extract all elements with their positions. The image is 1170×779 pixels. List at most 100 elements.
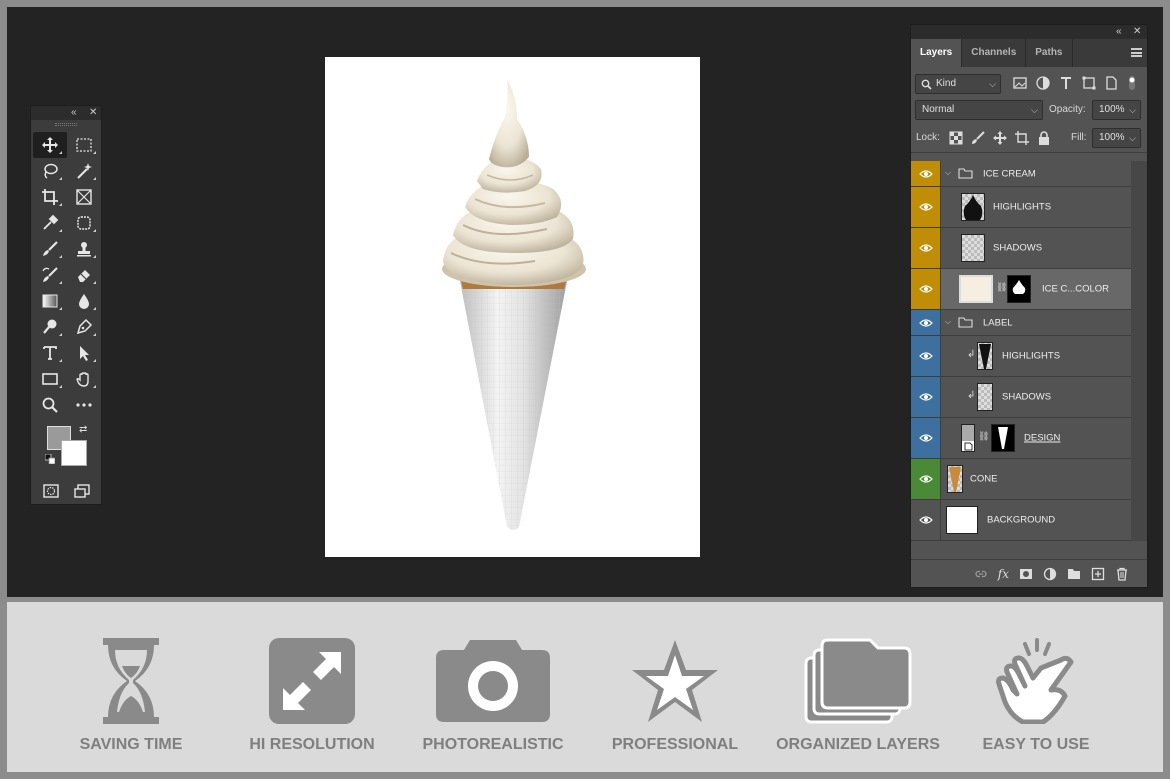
tools-panel-header[interactable]: « ✕ bbox=[31, 106, 101, 120]
new-layer-icon[interactable] bbox=[1091, 567, 1105, 581]
link-icon[interactable]: ⛓ bbox=[996, 282, 1007, 293]
layer-label-highlights[interactable]: ↲ HIGHLIGHTS bbox=[911, 336, 1131, 377]
visibility-toggle[interactable] bbox=[911, 228, 941, 268]
marquee-tool[interactable] bbox=[67, 132, 101, 158]
panel-menu-icon[interactable] bbox=[1131, 48, 1142, 57]
layer-label-shadows[interactable]: ↲ SHADOWS bbox=[911, 377, 1131, 418]
tab-layers[interactable]: Layers bbox=[911, 39, 963, 67]
tab-channels[interactable]: Channels bbox=[962, 39, 1027, 67]
screen-mode-icon[interactable] bbox=[73, 482, 91, 500]
link-layers-icon[interactable] bbox=[974, 567, 988, 581]
lock-artboard-icon[interactable] bbox=[1014, 130, 1030, 146]
chevron-down-icon[interactable]: ⌵ bbox=[945, 317, 951, 327]
shape-filter-icon[interactable] bbox=[1081, 75, 1097, 91]
filter-toggle-icon[interactable] bbox=[1127, 75, 1137, 91]
opacity-input[interactable]: 100% ⌵ bbox=[1092, 100, 1141, 120]
shape-tool[interactable] bbox=[33, 366, 67, 392]
blend-mode-select[interactable]: Normal ⌵ bbox=[915, 100, 1043, 120]
double-chevron-left-icon[interactable]: « bbox=[1116, 25, 1122, 39]
spot-heal-tool[interactable] bbox=[67, 210, 101, 236]
visibility-toggle[interactable] bbox=[911, 161, 941, 186]
visibility-toggle[interactable] bbox=[911, 310, 941, 335]
lock-pixels-icon[interactable] bbox=[970, 130, 986, 146]
pen-tool[interactable] bbox=[67, 314, 101, 340]
eyedropper-icon bbox=[43, 214, 59, 230]
gradient-tool[interactable] bbox=[33, 288, 67, 314]
filter-kind-select[interactable]: Kind ⌵ bbox=[915, 74, 1001, 94]
close-icon[interactable]: ✕ bbox=[1133, 25, 1141, 39]
layer-name: LABEL bbox=[983, 317, 1013, 328]
blur-tool[interactable] bbox=[67, 288, 101, 314]
eyedropper-tool[interactable] bbox=[33, 210, 67, 236]
layer-mask-thumbnail[interactable] bbox=[1007, 275, 1031, 303]
layer-ice-cream-color[interactable]: ⛓ ICE C...COLOR bbox=[911, 269, 1131, 310]
move-tool[interactable] bbox=[33, 132, 67, 158]
layer-highlights[interactable]: HIGHLIGHTS bbox=[911, 187, 1131, 228]
zoom-tool[interactable] bbox=[33, 392, 67, 418]
visibility-toggle[interactable] bbox=[911, 459, 941, 499]
new-group-icon[interactable] bbox=[1067, 567, 1081, 581]
feature-saving-time: SAVING TIME bbox=[31, 602, 231, 772]
smart-object-filter-icon[interactable] bbox=[1103, 75, 1119, 91]
layer-group-ice-cream[interactable]: ⌵ ICE CREAM bbox=[911, 161, 1131, 187]
hand-tool[interactable] bbox=[67, 366, 101, 392]
double-chevron-left-icon[interactable]: « bbox=[71, 106, 77, 120]
dodge-tool[interactable] bbox=[33, 314, 67, 340]
brush-icon bbox=[43, 241, 58, 256]
swap-colors-icon[interactable]: ⇄ bbox=[79, 424, 87, 435]
layer-design[interactable]: ⛓ DESIGN bbox=[911, 418, 1131, 459]
visibility-toggle[interactable] bbox=[911, 269, 941, 309]
lock-transparent-icon[interactable] bbox=[948, 130, 964, 146]
adjustment-layer-icon[interactable] bbox=[1043, 567, 1057, 581]
layer-mask-thumbnail[interactable] bbox=[991, 424, 1015, 452]
lasso-tool[interactable] bbox=[33, 158, 67, 184]
type-tool[interactable] bbox=[33, 340, 67, 366]
tab-paths[interactable]: Paths bbox=[1026, 39, 1073, 67]
frame-tool[interactable] bbox=[67, 184, 101, 210]
add-mask-icon[interactable] bbox=[1019, 567, 1033, 581]
layer-group-label[interactable]: ⌵ LABEL bbox=[911, 310, 1131, 336]
panel-grip[interactable] bbox=[31, 120, 101, 128]
visibility-toggle[interactable] bbox=[911, 336, 941, 376]
fx-icon[interactable]: fx bbox=[998, 567, 1009, 581]
layer-shadows[interactable]: SHADOWS bbox=[911, 228, 1131, 269]
lock-position-icon[interactable] bbox=[992, 130, 1008, 146]
visibility-toggle[interactable] bbox=[911, 500, 941, 540]
background-color-swatch[interactable] bbox=[61, 440, 87, 466]
lock-all-icon[interactable] bbox=[1036, 130, 1052, 146]
feature-label: SAVING TIME bbox=[79, 736, 183, 753]
layer-name: SHADOWS bbox=[993, 242, 1043, 254]
type-filter-icon[interactable] bbox=[1058, 75, 1074, 91]
document-canvas[interactable] bbox=[325, 57, 700, 557]
default-colors-icon[interactable] bbox=[45, 454, 55, 464]
layers-panel-header[interactable]: « ✕ bbox=[911, 25, 1147, 39]
history-brush-tool[interactable] bbox=[33, 262, 67, 288]
magic-wand-tool[interactable] bbox=[67, 158, 101, 184]
quick-mask-icon[interactable] bbox=[42, 482, 60, 500]
layers-scrollbar[interactable] bbox=[1131, 161, 1147, 541]
layer-background[interactable]: BACKGROUND bbox=[911, 500, 1131, 541]
visibility-toggle[interactable] bbox=[911, 418, 941, 458]
eye-icon bbox=[918, 285, 933, 293]
eraser-tool[interactable] bbox=[67, 262, 101, 288]
visibility-toggle[interactable] bbox=[911, 187, 941, 227]
layer-cone[interactable]: CONE bbox=[911, 459, 1131, 500]
more-tool[interactable] bbox=[67, 392, 101, 418]
crop-tool[interactable] bbox=[33, 184, 67, 210]
feature-label: PHOTOREALISTIC bbox=[422, 736, 564, 753]
feature-professional: PROFESSIONAL bbox=[575, 602, 775, 772]
layers-panel-footer: fx bbox=[911, 559, 1147, 587]
brush-tool[interactable] bbox=[33, 236, 67, 262]
fill-color-thumbnail[interactable] bbox=[959, 275, 993, 303]
crop-icon bbox=[42, 189, 58, 205]
path-select-tool[interactable] bbox=[67, 340, 101, 366]
fill-input[interactable]: 100% ⌵ bbox=[1092, 128, 1141, 148]
adjustment-filter-icon[interactable] bbox=[1035, 75, 1051, 91]
link-icon[interactable]: ⛓ bbox=[978, 431, 989, 442]
pixel-filter-icon[interactable] bbox=[1012, 75, 1028, 91]
stamp-tool[interactable] bbox=[67, 236, 101, 262]
visibility-toggle[interactable] bbox=[911, 377, 941, 417]
trash-icon[interactable] bbox=[1115, 567, 1129, 581]
close-icon[interactable]: ✕ bbox=[89, 106, 97, 120]
chevron-down-icon[interactable]: ⌵ bbox=[945, 168, 951, 178]
